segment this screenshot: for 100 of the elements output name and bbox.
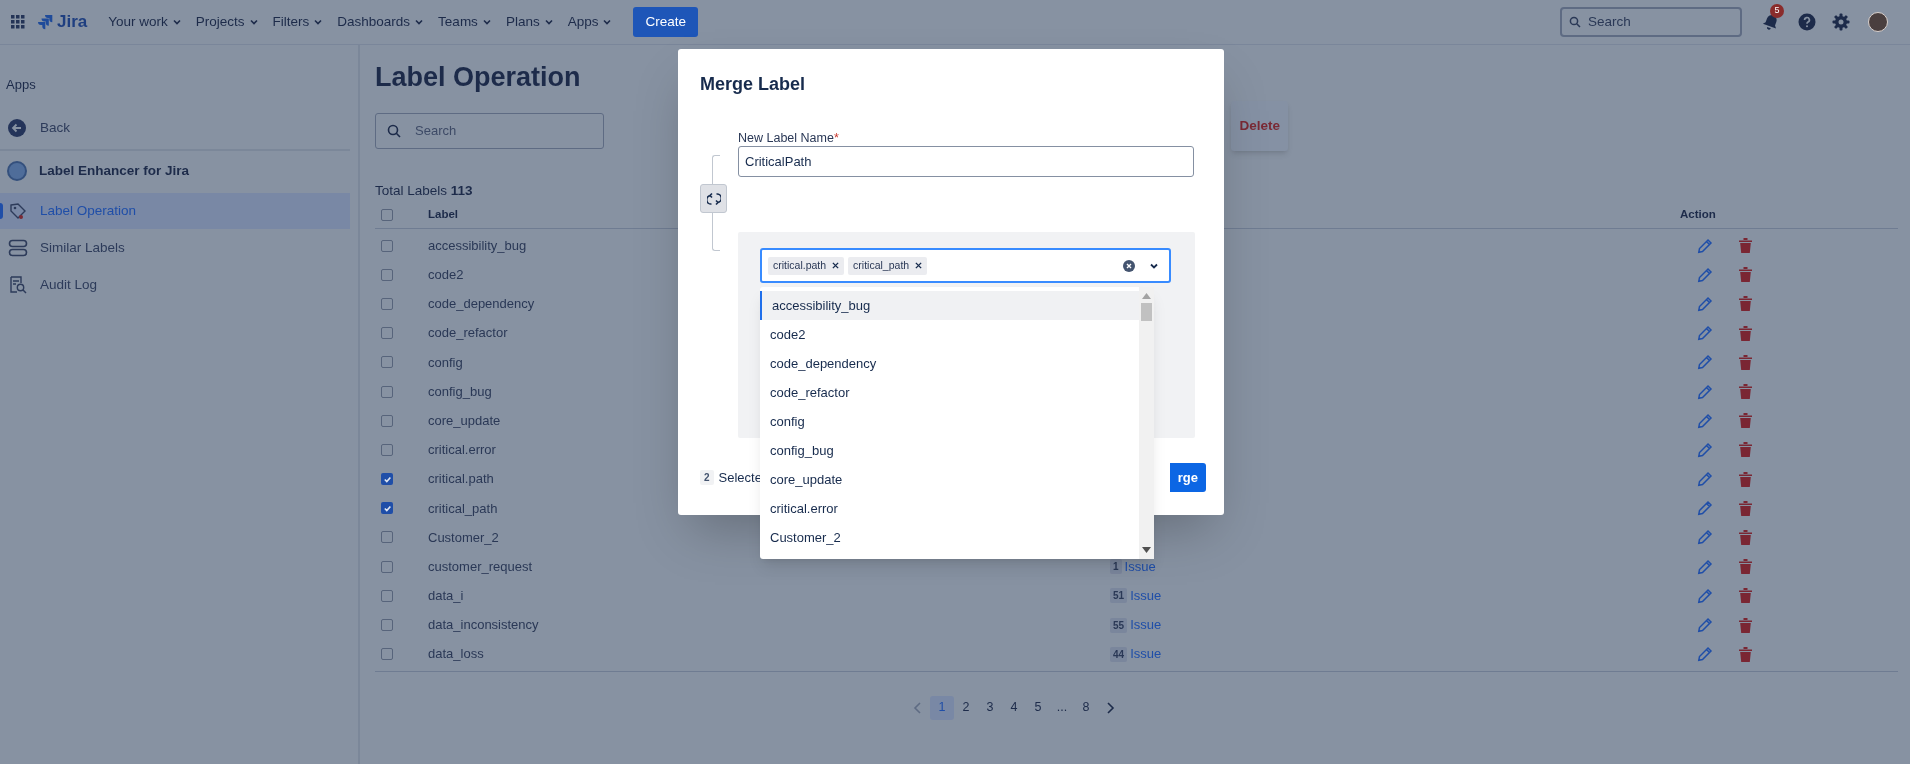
settings-icon[interactable] bbox=[1832, 13, 1850, 31]
pencil-icon[interactable] bbox=[1697, 617, 1713, 634]
trash-icon[interactable] bbox=[1739, 238, 1752, 254]
nav-menu[interactable]: Projects bbox=[188, 6, 266, 38]
help-icon[interactable] bbox=[1798, 13, 1816, 31]
pencil-icon[interactable] bbox=[1697, 471, 1713, 488]
pencil-icon[interactable] bbox=[1697, 266, 1713, 283]
dropdown-option[interactable]: code_dependency bbox=[760, 349, 1139, 378]
page-button[interactable]: 3 bbox=[978, 695, 1002, 720]
checkbox[interactable] bbox=[381, 531, 393, 544]
issue-link[interactable]: Issue bbox=[1130, 615, 1162, 635]
checkbox[interactable] bbox=[381, 589, 393, 602]
label-multiselect[interactable]: critical.path critical_path bbox=[760, 248, 1171, 283]
search-input[interactable]: Search bbox=[415, 121, 585, 141]
dropdown-option[interactable]: critical.error bbox=[760, 494, 1139, 523]
trash-icon[interactable] bbox=[1739, 529, 1752, 545]
trash-icon[interactable] bbox=[1739, 325, 1752, 341]
page-button[interactable]: 4 bbox=[1002, 695, 1026, 720]
pencil-icon[interactable] bbox=[1697, 558, 1713, 575]
dropdown-option[interactable]: Customer_2 bbox=[760, 523, 1139, 552]
sidebar-item[interactable]: Similar Labels bbox=[0, 230, 350, 266]
checkbox[interactable] bbox=[381, 560, 393, 573]
dropdown-option[interactable]: code_refactor bbox=[760, 378, 1139, 407]
app-grid-icon[interactable] bbox=[11, 15, 25, 29]
pencil-icon[interactable] bbox=[1697, 295, 1713, 312]
dropdown-option[interactable]: code2 bbox=[760, 320, 1139, 349]
scroll-up-arrow-icon[interactable] bbox=[1142, 293, 1151, 299]
pencil-icon[interactable] bbox=[1697, 441, 1713, 458]
merge-button[interactable]: rge bbox=[1169, 463, 1206, 492]
issue-link[interactable]: Issue bbox=[1130, 586, 1162, 606]
nav-menu[interactable]: Your work bbox=[101, 6, 189, 38]
search-input[interactable]: Search bbox=[1588, 11, 1728, 33]
pencil-icon[interactable] bbox=[1697, 529, 1713, 546]
back-link[interactable]: Back bbox=[0, 111, 350, 145]
swap-button[interactable] bbox=[700, 184, 727, 213]
checkbox[interactable] bbox=[381, 502, 393, 515]
pencil-icon[interactable] bbox=[1697, 237, 1713, 254]
trash-icon[interactable] bbox=[1739, 413, 1752, 429]
scrollbar[interactable] bbox=[1139, 287, 1154, 559]
trash-icon[interactable] bbox=[1739, 617, 1752, 633]
trash-icon[interactable] bbox=[1739, 384, 1752, 400]
page-button[interactable]: ... bbox=[1050, 695, 1074, 720]
checkbox[interactable] bbox=[381, 327, 393, 340]
label-name-input[interactable]: CriticalPath bbox=[738, 146, 1194, 177]
pencil-icon[interactable] bbox=[1697, 587, 1713, 604]
dropdown-option[interactable]: config bbox=[760, 407, 1139, 436]
clear-icon[interactable] bbox=[1123, 259, 1135, 272]
delete-button[interactable]: Delete bbox=[1231, 101, 1288, 151]
trash-icon[interactable] bbox=[1739, 296, 1752, 312]
scroll-down-arrow-icon[interactable] bbox=[1142, 547, 1151, 553]
dropdown-option[interactable]: config_bug bbox=[760, 436, 1139, 465]
checkbox[interactable] bbox=[381, 208, 393, 221]
nav-menu[interactable]: Dashboards bbox=[330, 6, 432, 38]
checkbox[interactable] bbox=[381, 239, 393, 252]
scrollbar-thumb[interactable] bbox=[1141, 303, 1152, 321]
avatar[interactable] bbox=[1868, 12, 1888, 32]
close-icon[interactable] bbox=[832, 262, 840, 269]
pencil-icon[interactable] bbox=[1697, 646, 1713, 663]
trash-icon[interactable] bbox=[1739, 442, 1752, 458]
page-button[interactable]: 8 bbox=[1074, 695, 1098, 720]
checkbox[interactable] bbox=[381, 473, 393, 486]
trash-icon[interactable] bbox=[1739, 354, 1752, 370]
trash-icon[interactable] bbox=[1739, 267, 1752, 283]
trash-icon[interactable] bbox=[1739, 559, 1752, 575]
trash-icon[interactable] bbox=[1739, 646, 1752, 662]
pencil-icon[interactable] bbox=[1697, 500, 1713, 517]
pencil-icon[interactable] bbox=[1697, 354, 1713, 371]
checkbox[interactable] bbox=[381, 414, 393, 427]
pencil-icon[interactable] bbox=[1697, 412, 1713, 429]
product-name: Jira bbox=[57, 11, 88, 34]
pencil-icon[interactable] bbox=[1697, 325, 1713, 342]
search-field[interactable]: Search bbox=[375, 113, 604, 149]
create-button[interactable]: Create bbox=[633, 7, 698, 37]
trash-icon[interactable] bbox=[1739, 588, 1752, 604]
checkbox[interactable] bbox=[381, 385, 393, 398]
checkbox[interactable] bbox=[381, 268, 393, 281]
page-button[interactable]: 5 bbox=[1026, 695, 1050, 720]
checkbox[interactable] bbox=[381, 356, 393, 369]
logo-icon[interactable] bbox=[37, 14, 53, 30]
nav-menu[interactable]: Plans bbox=[498, 6, 561, 38]
dropdown-option[interactable]: core_update bbox=[760, 465, 1139, 494]
nav-menu[interactable]: Apps bbox=[560, 6, 620, 38]
checkbox[interactable] bbox=[381, 619, 393, 632]
page-button[interactable]: 2 bbox=[954, 695, 978, 720]
issue-link[interactable]: Issue bbox=[1130, 644, 1162, 664]
close-icon[interactable] bbox=[915, 262, 923, 269]
issue-link[interactable]: Issue bbox=[1124, 556, 1156, 577]
nav-menu[interactable]: Teams bbox=[431, 6, 499, 38]
checkbox[interactable] bbox=[381, 443, 393, 456]
pencil-icon[interactable] bbox=[1697, 383, 1713, 400]
bell-icon[interactable] bbox=[1762, 13, 1780, 31]
nav-menu[interactable]: Filters bbox=[265, 6, 331, 38]
trash-icon[interactable] bbox=[1739, 500, 1752, 516]
dropdown-option[interactable]: accessibility_bug bbox=[760, 291, 1139, 320]
sidebar-item[interactable]: Audit Log bbox=[0, 267, 350, 303]
checkbox[interactable] bbox=[381, 648, 393, 661]
search-field[interactable]: Search bbox=[1560, 7, 1742, 37]
trash-icon[interactable] bbox=[1739, 471, 1752, 487]
checkbox[interactable] bbox=[381, 297, 393, 310]
sidebar-heading: Apps bbox=[5, 76, 37, 94]
